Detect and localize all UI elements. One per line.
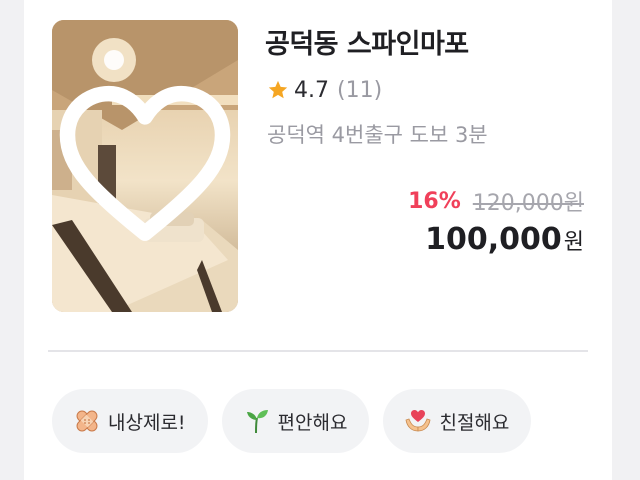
sprout-icon <box>246 410 268 434</box>
price-row: 100,000 원 <box>425 222 584 257</box>
favorite-heart-icon[interactable] <box>52 20 238 312</box>
discount-row: 16% 120,000원 <box>408 185 584 217</box>
tag-label: 친절해요 <box>439 411 510 434</box>
review-tags: 내상제로! 편안해요 친절해요 <box>52 389 532 453</box>
original-price: 120,000원 <box>472 191 584 216</box>
listing-title[interactable]: 공덕동 스파인마포 <box>265 22 469 61</box>
sale-price: 100,000 <box>425 222 562 257</box>
heart-hands-icon <box>406 410 431 432</box>
discount-rate: 16% <box>408 188 461 214</box>
tag-friendly[interactable]: 친절해요 <box>383 389 532 453</box>
star-icon <box>268 80 288 99</box>
rating-row: 4.7 (11) <box>267 76 382 104</box>
location-text: 공덕역 4번출구 도보 3분 <box>267 123 488 147</box>
review-count: (11) <box>337 77 383 103</box>
listing-photo[interactable] <box>52 20 238 312</box>
listing-card[interactable]: 공덕동 스파인마포 4.7 (11) 공덕역 4번출구 도보 3분 16% 12… <box>24 0 612 480</box>
tag-no-damage[interactable]: 내상제로! <box>52 389 208 453</box>
tag-label: 내상제로! <box>108 411 186 434</box>
bandage-icon <box>76 410 98 432</box>
rating-value: 4.7 <box>294 77 329 103</box>
currency-unit: 원 <box>563 230 584 255</box>
tag-label: 편안해요 <box>277 411 348 434</box>
divider <box>48 350 588 352</box>
tag-comfortable[interactable]: 편안해요 <box>221 389 370 453</box>
